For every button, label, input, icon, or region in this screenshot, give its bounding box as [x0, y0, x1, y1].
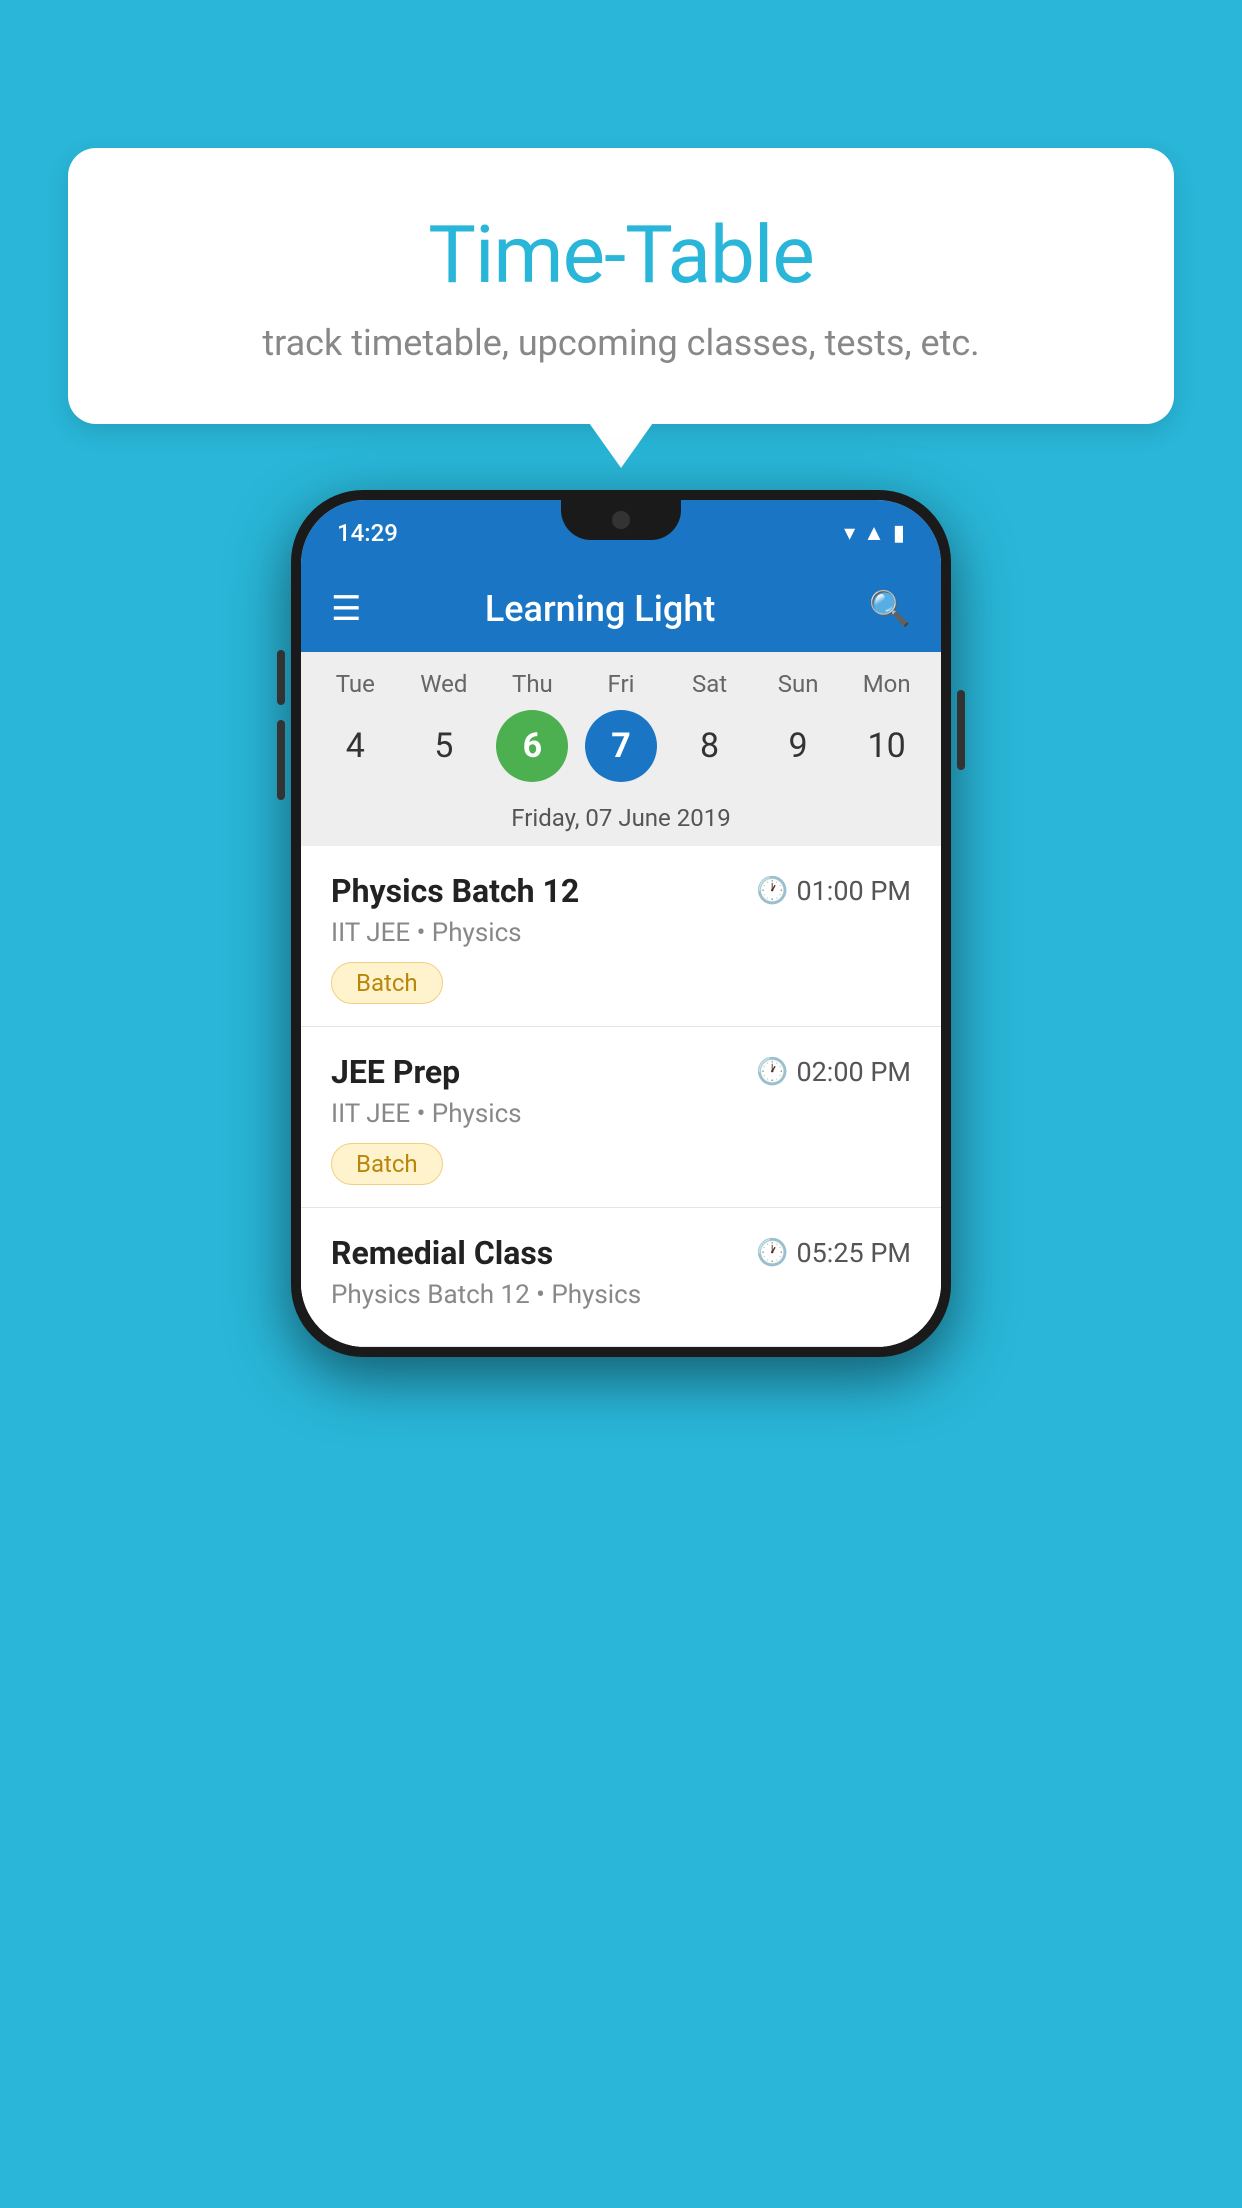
volume-down-button: [277, 720, 285, 800]
item-2-title: JEE Prep: [331, 1053, 460, 1091]
bubble-title: Time-Table: [128, 208, 1114, 302]
day-7-selected[interactable]: 7: [585, 710, 657, 782]
camera: [612, 511, 630, 529]
item-2-batch-tag: Batch: [331, 1143, 443, 1185]
notch: [561, 500, 681, 540]
schedule-item-1[interactable]: Physics Batch 12 🕐 01:00 PM IIT JEE • Ph…: [301, 846, 941, 1027]
item-2-subtitle: IIT JEE • Physics: [331, 1099, 911, 1129]
phone-screen: 14:29 ▾ ▲ ▮ ☰ Learning Light 🔍 Tue: [301, 500, 941, 1347]
day-9[interactable]: 9: [762, 710, 834, 782]
bubble-subtitle: track timetable, upcoming classes, tests…: [128, 322, 1114, 364]
item-1-batch-tag: Batch: [331, 962, 443, 1004]
wifi-icon: ▾: [844, 521, 855, 546]
item-3-title: Remedial Class: [331, 1234, 553, 1272]
volume-up-button: [277, 650, 285, 705]
item-2-time: 🕐 02:00 PM: [756, 1056, 911, 1088]
speech-bubble: Time-Table track timetable, upcoming cla…: [68, 148, 1174, 424]
item-1-time: 🕐 01:00 PM: [756, 875, 911, 907]
battery-icon: ▮: [893, 521, 905, 546]
status-bar: 14:29 ▾ ▲ ▮: [301, 500, 941, 566]
day-header-sun: Sun: [762, 670, 834, 698]
app-bar: ☰ Learning Light 🔍: [301, 566, 941, 652]
selected-date-label: Friday, 07 June 2019: [301, 796, 941, 846]
schedule-list: Physics Batch 12 🕐 01:00 PM IIT JEE • Ph…: [301, 846, 941, 1347]
day-header-wed: Wed: [408, 670, 480, 698]
clock-icon-1: 🕐: [756, 876, 788, 906]
day-header-tue: Tue: [319, 670, 391, 698]
day-6-today[interactable]: 6: [496, 710, 568, 782]
schedule-item-3[interactable]: Remedial Class 🕐 05:25 PM Physics Batch …: [301, 1208, 941, 1347]
day-numbers: 4 5 6 7 8 9 10: [301, 710, 941, 796]
day-10[interactable]: 10: [851, 710, 923, 782]
item-1-title: Physics Batch 12: [331, 872, 579, 910]
phone-frame: 14:29 ▾ ▲ ▮ ☰ Learning Light 🔍 Tue: [291, 490, 951, 1357]
clock-icon-3: 🕐: [756, 1238, 788, 1268]
day-headers: Tue Wed Thu Fri Sat Sun Mon: [301, 670, 941, 710]
status-time: 14:29: [337, 519, 398, 547]
search-icon[interactable]: 🔍: [869, 589, 911, 629]
item-3-header: Remedial Class 🕐 05:25 PM: [331, 1234, 911, 1272]
day-4[interactable]: 4: [319, 710, 391, 782]
status-icons: ▾ ▲ ▮: [844, 520, 905, 546]
item-2-header: JEE Prep 🕐 02:00 PM: [331, 1053, 911, 1091]
phone-mockup: 14:29 ▾ ▲ ▮ ☰ Learning Light 🔍 Tue: [291, 490, 951, 1357]
day-header-fri: Fri: [585, 670, 657, 698]
day-5[interactable]: 5: [408, 710, 480, 782]
item-1-subtitle: IIT JEE • Physics: [331, 918, 911, 948]
clock-icon-2: 🕐: [756, 1057, 788, 1087]
item-3-subtitle: Physics Batch 12 • Physics: [331, 1280, 911, 1310]
schedule-item-2[interactable]: JEE Prep 🕐 02:00 PM IIT JEE • Physics Ba…: [301, 1027, 941, 1208]
calendar-strip: Tue Wed Thu Fri Sat Sun Mon 4 5 6 7 8 9 …: [301, 652, 941, 846]
speech-bubble-container: Time-Table track timetable, upcoming cla…: [68, 148, 1174, 424]
day-header-sat: Sat: [674, 670, 746, 698]
signal-icon: ▲: [863, 520, 885, 546]
item-1-header: Physics Batch 12 🕐 01:00 PM: [331, 872, 911, 910]
day-header-mon: Mon: [851, 670, 923, 698]
power-button: [957, 690, 965, 770]
day-header-thu: Thu: [496, 670, 568, 698]
app-bar-title: Learning Light: [331, 588, 868, 630]
day-8[interactable]: 8: [674, 710, 746, 782]
item-3-time: 🕐 05:25 PM: [756, 1237, 911, 1269]
